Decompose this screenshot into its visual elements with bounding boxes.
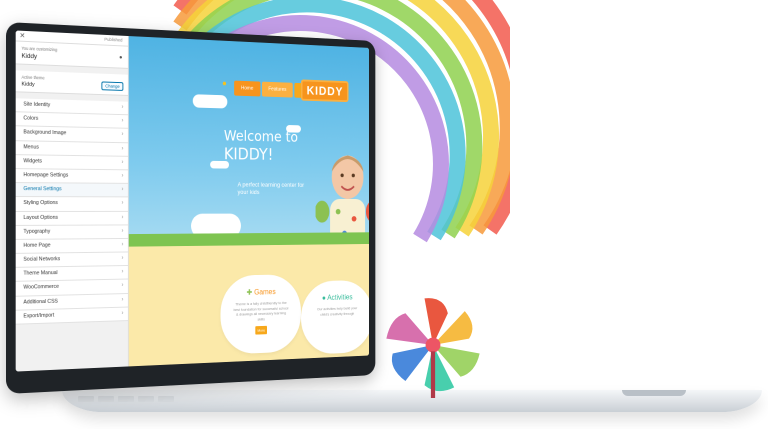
customizer-item-label: Widgets [23,157,43,165]
games-more-button[interactable]: More [255,325,268,335]
site-preview: Home Features Pages KIDDY ● Welcome to K… [128,36,370,367]
cloud [192,94,228,109]
customizer-item-label: Colors [23,115,39,122]
chevron-right-icon: › [121,282,124,289]
hero-line-1: Welcome to [223,127,299,146]
chevron-right-icon: › [121,200,124,207]
customizer-item-label: Menus [23,143,39,151]
activities-card: ● Activities Our activities help build y… [300,279,370,355]
laptop-lid: ✕ Published You are customizing Kiddy ● … [6,22,376,394]
chevron-right-icon: › [121,241,124,248]
customizer-menu: Site Identity › Colors › Background Image › Me… [15,98,128,325]
laptop-screen: ✕ Published You are customizing Kiddy ● … [15,30,370,372]
activities-title: ● Activities [321,292,353,302]
customizer-item-label: WooCommerce [23,284,59,292]
customizer-item-layout-options[interactable]: Layout Options › [15,211,128,226]
customizer-item-label: Site Identity [23,101,51,109]
chevron-right-icon: › [121,296,124,303]
customizer-item-typography[interactable]: Typography › [15,225,128,240]
puzzle-icon: ✚ [246,288,253,297]
laptop-notch [622,390,686,396]
hero-tagline: A perfect learning center for your kids [237,181,305,196]
customizer-item-label: Home Page [23,242,51,249]
hero-line-2: KIDDY! [223,145,274,165]
site-logo[interactable]: KIDDY [300,79,349,103]
customizer-item-general-settings[interactable]: General Settings › [15,183,128,198]
promo-stage: ✕ Published You are customizing Kiddy ● … [0,0,768,429]
chevron-right-icon: › [121,145,124,152]
chevron-right-icon: › [121,269,124,276]
customizer-item-label: Theme Manual [23,270,58,277]
customizer-item-label: Styling Options [23,200,58,207]
chevron-right-icon: › [121,104,124,111]
customizer-item-home-page[interactable]: Home Page › [15,238,128,254]
customizer-item-label: General Settings [23,186,62,193]
customizer-item-export-import[interactable]: Export/Import › [15,307,128,325]
pinwheel-graphic [386,298,480,398]
games-title: ✚ Games [246,287,276,297]
info-icon[interactable]: ● [119,55,122,61]
customizer-item-label: Export/Import [23,312,55,320]
hero-heading: Welcome to KIDDY! [224,127,298,165]
chevron-right-icon: › [121,159,124,166]
customizer-item-styling-options[interactable]: Styling Options › [15,197,128,212]
chevron-right-icon: › [121,186,124,193]
games-card: ✚ Games Theme is a fully childfriendly t… [220,274,301,355]
nav-features[interactable]: Features [261,81,294,98]
customizer-item-label: Typography [23,228,51,235]
close-icon[interactable]: ✕ [20,32,26,40]
customizer-item-homepage-settings[interactable]: Homepage Settings › [15,169,128,184]
games-text: Theme is a fully childfriendly to the be… [233,300,289,322]
customizer-header: You are customizing Kiddy ● [15,41,128,69]
activities-icon: ● [321,293,326,302]
laptop-grille [78,396,174,402]
change-theme-button[interactable]: Change [101,81,124,91]
chevron-right-icon: › [121,118,124,125]
customizer-item-label: Homepage Settings [23,172,69,179]
customizer-item-label: Social Networks [23,256,61,263]
customizer-item-label: Background Image [23,129,67,137]
customizer-item-label: Layout Options [23,214,58,221]
chevron-right-icon: › [121,214,124,221]
activities-text: Our activities help build your child's c… [317,305,358,317]
customizer-item-widgets[interactable]: Widgets › [15,154,128,171]
chevron-right-icon: › [121,131,124,138]
customizer-sidebar: ✕ Published You are customizing Kiddy ● … [15,30,129,372]
chevron-right-icon: › [121,228,124,234]
publish-status[interactable]: Published [104,37,122,43]
chevron-right-icon: › [121,310,124,317]
bee-icon: ● [222,78,227,88]
nav-home[interactable]: Home [234,80,261,97]
active-theme-panel: Active theme Kiddy Change [15,70,128,96]
chevron-right-icon: › [121,255,124,262]
chevron-right-icon: › [121,173,124,179]
customizer-item-label: Additional CSS [23,298,58,306]
